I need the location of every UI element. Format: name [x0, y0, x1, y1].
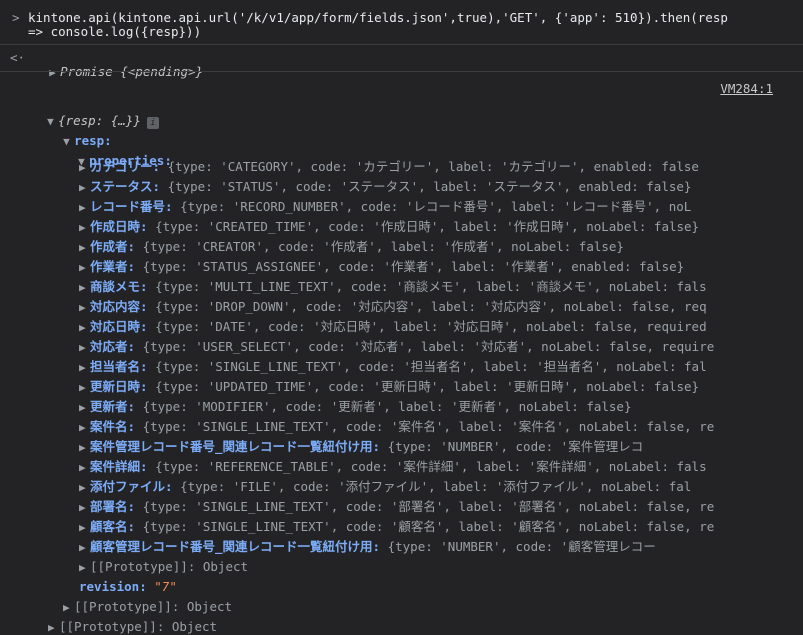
expand-triangle-icon[interactable]: ▶ [79, 381, 90, 395]
expand-triangle-icon[interactable]: ▶ [79, 441, 90, 455]
expand-triangle-icon[interactable]: ▶ [79, 321, 90, 335]
list-item[interactable]: ▶ 顧客名: {type: 'SINGLE_LINE_TEXT', code: '… [79, 520, 714, 535]
list-item[interactable]: ▶ 案件名: {type: 'SINGLE_LINE_TEXT', code: '… [79, 420, 714, 435]
list-item[interactable]: ▶ 添付ファイル: {type: 'FILE', code: '添付ファイル', … [79, 480, 691, 495]
expand-triangle-icon[interactable]: ▶ [79, 341, 90, 355]
result-arrow-icon: <· [10, 50, 26, 65]
prototype-row[interactable]: ▶ [[Prototype]]: Object [63, 600, 232, 615]
expand-triangle-icon[interactable]: ▶ [79, 461, 90, 475]
list-item[interactable]: ▶ 作業者: {type: 'STATUS_ASSIGNEE', code: '作… [79, 260, 684, 275]
expand-triangle-icon[interactable]: ▶ [79, 421, 90, 435]
list-item[interactable]: ▶ カテゴリー: {type: 'CATEGORY', code: 'カテゴリー'… [79, 160, 699, 175]
list-item[interactable]: ▶ 商談メモ: {type: 'MULTI_LINE_TEXT', code: '… [79, 280, 707, 295]
list-item[interactable]: ▶ 部署名: {type: 'SINGLE_LINE_TEXT', code: '… [79, 500, 714, 515]
expand-triangle-icon[interactable]: ▶ [79, 301, 90, 315]
expand-triangle-icon[interactable]: ▶ [79, 241, 90, 255]
list-item[interactable]: ▶ 更新日時: {type: 'UPDATED_TIME', code: '更新日… [79, 380, 699, 395]
divider [0, 71, 803, 72]
expand-triangle-icon[interactable]: ▶ [79, 521, 90, 535]
expand-triangle-icon[interactable]: ▶ [63, 601, 74, 615]
promise-result[interactable]: ▶ Promise {<pending>} [34, 51, 203, 80]
list-item[interactable]: ▶ レコード番号: {type: 'RECORD_NUMBER', code: '… [79, 200, 691, 215]
revision-value: "7" [154, 579, 177, 594]
console-command-line-1[interactable]: kintone.api(kintone.api.url('/k/v1/app/f… [28, 11, 728, 25]
expand-triangle-icon[interactable]: ▶ [79, 201, 90, 215]
list-item[interactable]: ▶ 更新者: {type: 'MODIFIER', code: '更新者', la… [79, 400, 631, 415]
expand-triangle-icon[interactable]: ▶ [79, 221, 90, 235]
expand-triangle-icon[interactable]: ▶ [79, 541, 90, 555]
list-item[interactable]: ▶ 対応者: {type: 'USER_SELECT', code: '対応者',… [79, 340, 714, 355]
info-icon[interactable]: i [146, 117, 159, 129]
revision-key: revision: [79, 579, 147, 594]
divider [0, 44, 803, 45]
expand-triangle-icon[interactable]: ▶ [79, 501, 90, 515]
expand-triangle-icon[interactable]: ▶ [79, 181, 90, 195]
list-item[interactable]: ▶ 作成者: {type: 'CREATOR', code: '作成者', lab… [79, 240, 624, 255]
expand-triangle-icon[interactable]: ▶ [79, 481, 90, 495]
list-item[interactable]: ▶ 対応日時: {type: 'DATE', code: '対応日時', labe… [79, 320, 707, 335]
source-link[interactable]: VM284:1 [720, 81, 773, 96]
expand-triangle-icon[interactable]: ▶ [79, 261, 90, 275]
prototype-row[interactable]: ▶ [[Prototype]]: Object [48, 620, 217, 635]
list-item[interactable]: ▶ 顧客管理レコード番号_関連レコード一覧紐付け用: {type: 'NUMBER… [79, 540, 656, 555]
prototype-row[interactable]: ▶ [[Prototype]]: Object [79, 560, 248, 575]
expand-triangle-icon[interactable]: ▶ [79, 401, 90, 415]
list-item[interactable]: ▶ 担当者名: {type: 'SINGLE_LINE_TEXT', code: … [79, 360, 707, 375]
expand-triangle-icon[interactable]: ▶ [79, 161, 90, 175]
console-command-line-2[interactable]: => console.log({resp})) [28, 25, 201, 39]
list-item[interactable]: ▶ 対応内容: {type: 'DROP_DOWN', code: '対応内容',… [79, 300, 707, 315]
list-item[interactable]: ▶ 案件管理レコード番号_関連レコード一覧紐付け用: {type: 'NUMBER… [79, 440, 643, 455]
revision-row: revision: "7" [79, 580, 177, 594]
expand-triangle-icon[interactable]: ▶ [79, 281, 90, 295]
expand-triangle-icon[interactable]: ▶ [49, 66, 60, 80]
list-item[interactable]: ▶ 作成日時: {type: 'CREATED_TIME', code: '作成日… [79, 220, 699, 235]
expand-triangle-icon[interactable]: ▶ [79, 361, 90, 375]
prompt-chevron-icon: > [12, 10, 20, 25]
list-item[interactable]: ▶ ステータス: {type: 'STATUS', code: 'ステータス', … [79, 180, 691, 195]
expand-triangle-icon[interactable]: ▶ [48, 621, 59, 635]
expand-triangle-icon[interactable]: ▶ [79, 561, 90, 575]
list-item[interactable]: ▶ 案件詳細: {type: 'REFERENCE_TABLE', code: '… [79, 460, 707, 475]
